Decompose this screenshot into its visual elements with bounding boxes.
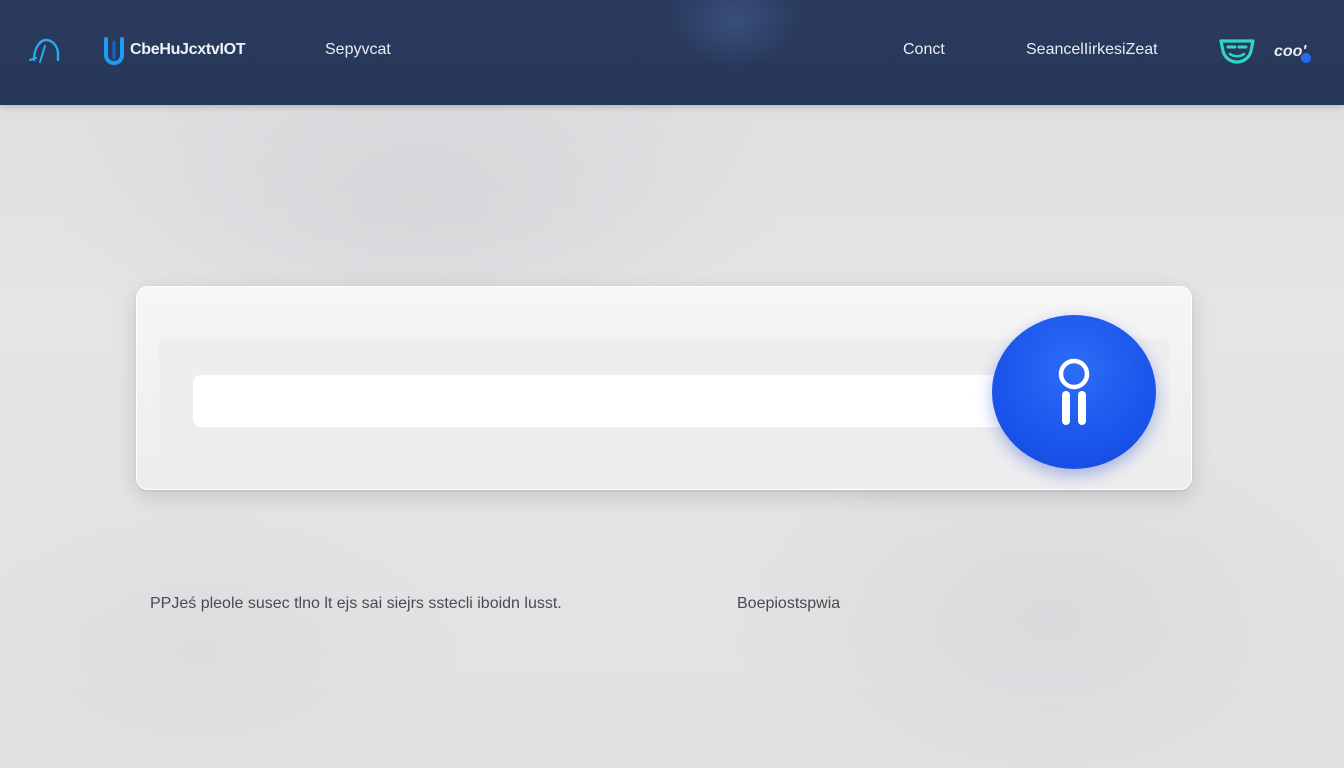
info-link-right[interactable]: Boepiostspwia [737, 594, 840, 614]
search-card [136, 286, 1192, 490]
brand-logo-icon[interactable] [102, 36, 126, 66]
nav-link-contact[interactable]: Conct [903, 40, 945, 60]
hook-icon[interactable] [26, 34, 66, 68]
top-navigation-bar: CbeHuJcxtvIOT Sepyvcat Conct SeancelIirk… [0, 0, 1344, 105]
brand-name[interactable]: CbeHuJcxtvIOT [130, 40, 246, 60]
person-icon [1058, 358, 1090, 425]
mask-icon[interactable] [1218, 35, 1256, 67]
info-text-left: PPJeś pleole susec tlno lt ejs sai siejr… [150, 595, 562, 612]
nav-link-primary[interactable]: Sepyvcat [325, 40, 391, 60]
notification-dot-icon [1301, 53, 1311, 63]
nav-link-search[interactable]: SeancelIirkesiZeat [1026, 40, 1158, 60]
search-input[interactable] [193, 375, 1023, 427]
search-submit-button[interactable] [992, 315, 1156, 469]
